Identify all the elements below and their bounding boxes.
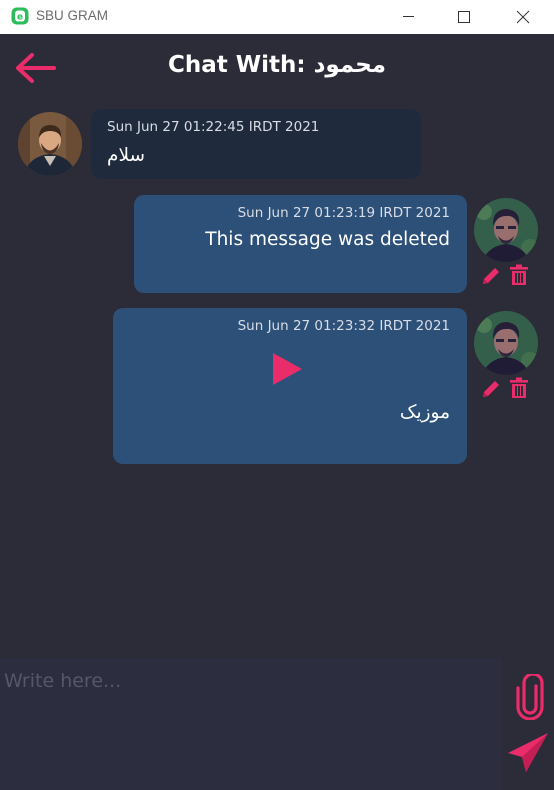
contact-name: محمود: [313, 52, 387, 78]
message-timestamp: Sun Jun 27 01:23:32 IRDT 2021: [237, 318, 450, 334]
edit-message-icon[interactable]: [480, 265, 502, 287]
message-text: موزیک: [399, 402, 450, 423]
send-icon[interactable]: [507, 732, 549, 774]
maximize-button[interactable]: [441, 0, 487, 34]
message-bubble-outgoing[interactable]: Sun Jun 27 01:23:19 IRDT 2021 This messa…: [134, 195, 467, 293]
message-bubble-incoming[interactable]: Sun Jun 27 01:22:45 IRDT 2021 سلام: [91, 109, 421, 179]
play-icon[interactable]: [271, 352, 303, 386]
delete-message-icon[interactable]: [508, 264, 530, 286]
window-titlebar: e SBU GRAM: [0, 0, 554, 34]
message-text: سلام: [107, 145, 145, 166]
chat-title: Chat With: محمود: [0, 52, 554, 78]
my-avatar[interactable]: [474, 198, 538, 262]
message-timestamp: Sun Jun 27 01:23:19 IRDT 2021: [237, 205, 450, 221]
window-title: SBU GRAM: [36, 8, 109, 23]
app-logo-icon: e: [11, 7, 29, 25]
svg-text:e: e: [17, 13, 23, 23]
my-avatar[interactable]: [474, 311, 538, 375]
minimize-button[interactable]: [386, 0, 432, 34]
delete-message-icon[interactable]: [508, 377, 530, 399]
edit-message-icon[interactable]: [480, 378, 502, 400]
message-text: This message was deleted: [205, 229, 450, 250]
close-button[interactable]: [500, 0, 546, 34]
message-timestamp: Sun Jun 27 01:22:45 IRDT 2021: [107, 119, 320, 135]
chat-title-prefix: Chat With:: [167, 52, 306, 78]
close-icon: [516, 10, 530, 24]
message-composer: [0, 658, 502, 790]
message-bubble-outgoing[interactable]: Sun Jun 27 01:23:32 IRDT 2021 موزیک: [113, 308, 467, 464]
contact-avatar[interactable]: [18, 112, 82, 176]
paperclip-icon[interactable]: [515, 674, 545, 720]
message-input[interactable]: [0, 658, 502, 790]
